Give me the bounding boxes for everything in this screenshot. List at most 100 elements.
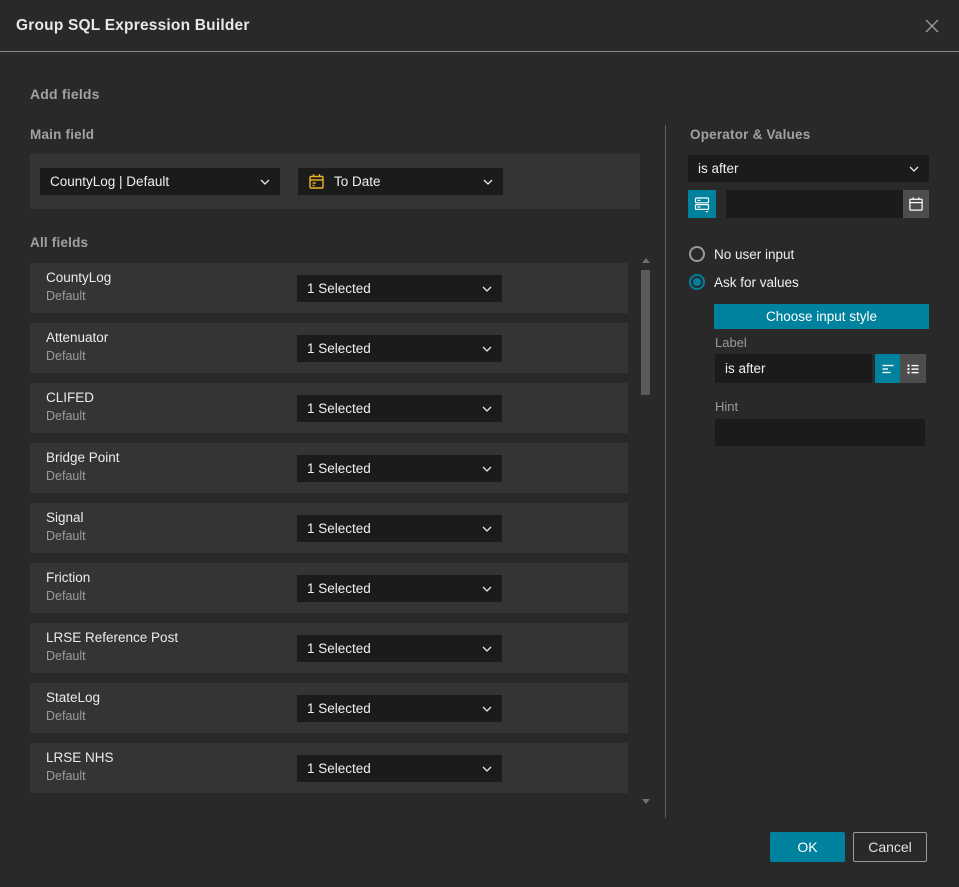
- bulleted-list-icon: [907, 364, 919, 374]
- list-input-style-button[interactable]: [900, 354, 926, 383]
- no-user-input-radio[interactable]: No user input: [689, 246, 794, 262]
- field-row: CountyLog Default 1 Selected: [30, 263, 628, 313]
- field-sub: Default: [46, 409, 86, 423]
- field-selected-dropdown[interactable]: 1 Selected: [297, 695, 502, 722]
- close-icon[interactable]: [921, 15, 943, 37]
- chevron-down-icon: [482, 286, 492, 292]
- field-name: Bridge Point: [46, 450, 120, 465]
- choose-input-style-button[interactable]: Choose input style: [714, 304, 929, 329]
- field-sub: Default: [46, 709, 86, 723]
- align-left-icon: [882, 364, 893, 373]
- radio-selected-icon: [689, 274, 705, 290]
- text-input-style-button[interactable]: [875, 354, 900, 383]
- stacked-rows-icon: [694, 197, 710, 213]
- ask-for-values-radio[interactable]: Ask for values: [689, 274, 799, 290]
- field-row: CLIFED Default 1 Selected: [30, 383, 628, 433]
- field-selected-dropdown-label: 1 Selected: [307, 401, 371, 416]
- chevron-down-icon: [482, 406, 492, 412]
- label-heading: Label: [715, 335, 747, 350]
- label-row: [715, 354, 926, 383]
- field-row: Attenuator Default 1 Selected: [30, 323, 628, 373]
- date-field-select[interactable]: To Date: [298, 168, 503, 195]
- field-selected-dropdown[interactable]: 1 Selected: [297, 275, 502, 302]
- group-sql-expression-builder-dialog: Group SQL Expression Builder Add fields …: [0, 0, 959, 887]
- field-row: StateLog Default 1 Selected: [30, 683, 628, 733]
- field-row: LRSE Reference Post Default 1 Selected: [30, 623, 628, 673]
- cancel-button[interactable]: Cancel: [853, 832, 927, 862]
- date-field-select-label: To Date: [334, 174, 381, 189]
- field-selected-dropdown[interactable]: 1 Selected: [297, 755, 502, 782]
- hint-input[interactable]: [715, 419, 925, 446]
- title-bar: Group SQL Expression Builder: [0, 0, 959, 52]
- dialog-title: Group SQL Expression Builder: [16, 16, 250, 34]
- main-field-panel: CountyLog | Default To Date: [30, 154, 640, 209]
- field-name: LRSE NHS: [46, 750, 114, 765]
- all-fields-list: CountyLog Default 1 Selected Attenuator …: [30, 263, 628, 803]
- field-name: StateLog: [46, 690, 101, 705]
- calendar-icon: [909, 197, 923, 211]
- field-selected-dropdown[interactable]: 1 Selected: [297, 455, 502, 482]
- field-selected-dropdown-label: 1 Selected: [307, 701, 371, 716]
- ok-button[interactable]: OK: [770, 832, 845, 862]
- main-field-select[interactable]: CountyLog | Default: [40, 168, 280, 195]
- value-input[interactable]: [726, 190, 903, 218]
- chevron-down-icon: [482, 766, 492, 772]
- ask-for-values-label: Ask for values: [714, 274, 799, 290]
- field-sub: Default: [46, 349, 86, 363]
- input-type-button[interactable]: [688, 190, 716, 218]
- field-name: Friction: [46, 570, 91, 585]
- chevron-down-icon: [482, 706, 492, 712]
- chevron-down-icon: [482, 526, 492, 532]
- value-row: [688, 190, 929, 218]
- field-selected-dropdown[interactable]: 1 Selected: [297, 335, 502, 362]
- chevron-down-icon: [482, 586, 492, 592]
- field-selected-dropdown[interactable]: 1 Selected: [297, 395, 502, 422]
- field-selected-dropdown-label: 1 Selected: [307, 521, 371, 536]
- main-field-select-label: CountyLog | Default: [50, 174, 170, 189]
- chevron-down-icon: [909, 166, 919, 172]
- operator-select[interactable]: is after: [688, 155, 929, 182]
- all-fields-heading: All fields: [30, 235, 89, 250]
- date-picker-button[interactable]: [903, 190, 929, 218]
- field-selected-dropdown[interactable]: 1 Selected: [297, 575, 502, 602]
- field-selected-dropdown-label: 1 Selected: [307, 341, 371, 356]
- label-input[interactable]: [715, 354, 872, 383]
- chevron-down-icon: [482, 466, 492, 472]
- field-name: CountyLog: [46, 270, 112, 285]
- field-selected-dropdown[interactable]: 1 Selected: [297, 635, 502, 662]
- field-sub: Default: [46, 469, 86, 483]
- scrollbar-down-arrow[interactable]: [642, 799, 650, 804]
- scrollbar-up-arrow[interactable]: [642, 258, 650, 263]
- add-fields-heading: Add fields: [30, 86, 100, 102]
- scrollbar-thumb[interactable]: [641, 270, 650, 395]
- main-field-heading: Main field: [30, 127, 95, 142]
- field-row: LRSE NHS Default 1 Selected: [30, 743, 628, 793]
- field-selected-dropdown-label: 1 Selected: [307, 761, 371, 776]
- field-sub: Default: [46, 589, 86, 603]
- field-row: Bridge Point Default 1 Selected: [30, 443, 628, 493]
- no-user-input-label: No user input: [714, 246, 795, 262]
- field-sub: Default: [46, 649, 86, 663]
- field-selected-dropdown-label: 1 Selected: [307, 581, 371, 596]
- radio-icon: [689, 246, 705, 262]
- field-name: CLIFED: [46, 390, 95, 405]
- field-sub: Default: [46, 769, 86, 783]
- field-name: LRSE Reference Post: [46, 630, 179, 645]
- field-selected-dropdown[interactable]: 1 Selected: [297, 515, 502, 542]
- calendar-icon: [308, 173, 325, 190]
- chevron-down-icon: [483, 179, 493, 185]
- hint-heading: Hint: [715, 399, 739, 414]
- field-selected-dropdown-label: 1 Selected: [307, 641, 371, 656]
- field-row: Friction Default 1 Selected: [30, 563, 628, 613]
- field-row: Signal Default 1 Selected: [30, 503, 628, 553]
- vertical-divider: [665, 125, 666, 818]
- operator-values-heading: Operator & Values: [690, 127, 811, 142]
- field-selected-dropdown-label: 1 Selected: [307, 281, 371, 296]
- chevron-down-icon: [482, 346, 492, 352]
- chevron-down-icon: [260, 179, 270, 185]
- field-sub: Default: [46, 289, 86, 303]
- field-name: Signal: [46, 510, 84, 525]
- field-name: Attenuator: [46, 330, 109, 345]
- field-sub: Default: [46, 529, 86, 543]
- operator-select-label: is after: [698, 161, 739, 176]
